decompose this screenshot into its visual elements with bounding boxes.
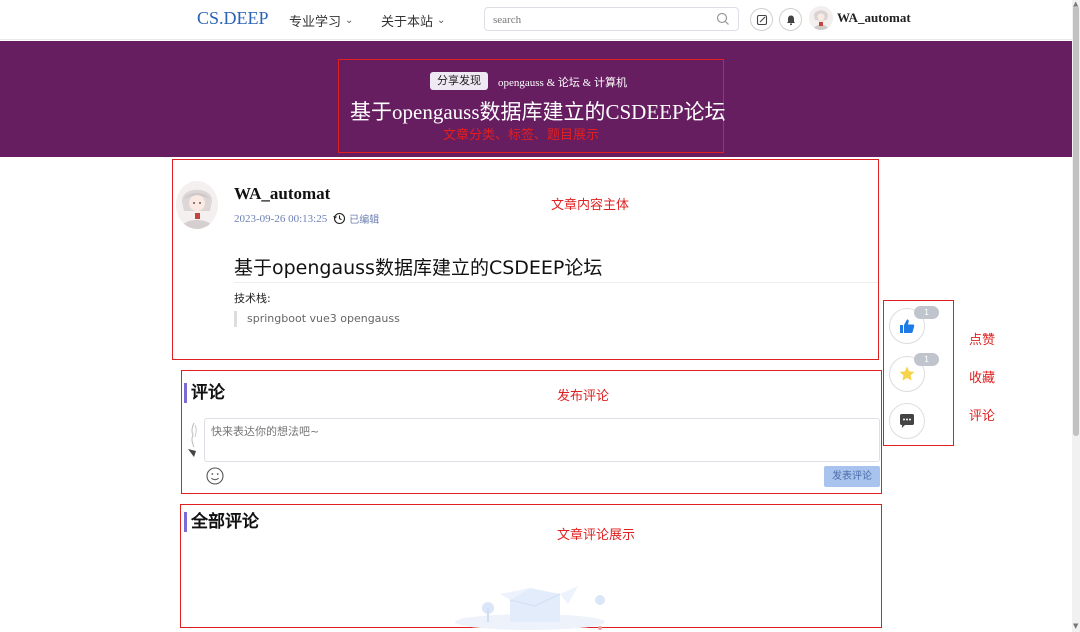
chat-bubble-icon [900, 414, 914, 428]
comment-input[interactable] [204, 418, 880, 462]
edited-label: 已编辑 [349, 215, 380, 226]
chevron-down-icon: ⌄ [437, 15, 446, 26]
banner-title: 基于opengauss数据库建立的CSDEEP论坛 [350, 100, 726, 124]
star-icon [899, 366, 915, 381]
annotation-comment: 评论 [969, 409, 996, 424]
scrollbar-thumb[interactable] [1073, 6, 1079, 436]
like-count-badge: 1 [914, 306, 940, 319]
comment-section-title: 评论 [184, 383, 225, 403]
annotation-article: 文章内容主体 [551, 198, 630, 213]
emoji-icon[interactable] [205, 466, 225, 486]
menu-professional-learning[interactable]: 专业学习 ⌄ [289, 11, 353, 30]
submit-comment-button[interactable]: 发表评论 [824, 466, 880, 487]
search-input[interactable] [485, 9, 705, 31]
comment-button[interactable] [889, 403, 925, 439]
article-tags: opengauss & 论坛 & 计算机 [498, 77, 627, 89]
search-icon[interactable] [716, 12, 730, 26]
edited-indicator: 已编辑 [333, 211, 379, 226]
empty-state-illustration [455, 586, 605, 630]
author-avatar[interactable] [176, 181, 218, 229]
history-icon [333, 212, 346, 225]
article-meta: 2023-09-26 00:13:25 已编辑 [234, 211, 379, 227]
user-name[interactable]: WA_automat [837, 10, 911, 26]
menu-about-site[interactable]: 关于本站 ⌄ [381, 11, 445, 30]
site-logo[interactable]: CS.DEEP [197, 8, 269, 29]
article-title: 基于opengauss数据库建立的CSDEEP论坛 [234, 253, 878, 283]
bell-icon [786, 15, 795, 25]
notifications-button[interactable] [779, 8, 802, 31]
annotation-comment-form: 发布评论 [557, 389, 610, 404]
edit-icon [756, 14, 767, 25]
search-box [484, 7, 739, 31]
tech-stack-label: 技术栈: [234, 292, 271, 305]
annotation-favorite: 收藏 [969, 371, 996, 386]
favorite-count-badge: 1 [914, 353, 940, 366]
tech-stack-quote: springboot vue3 opengauss [234, 311, 400, 327]
commenter-avatar [186, 421, 202, 459]
menu-label: 关于本站 [381, 15, 434, 30]
write-article-button[interactable] [750, 8, 773, 31]
chevron-down-icon: ⌄ [345, 15, 354, 26]
annotation-banner: 文章分类、标签、题目展示 [443, 128, 600, 143]
annotation-all-comments: 文章评论展示 [557, 528, 636, 543]
annotation-like: 点赞 [969, 333, 996, 348]
scroll-down-arrow-icon[interactable]: ▼ [1073, 622, 1078, 630]
thumbs-up-icon [900, 319, 915, 333]
all-comments-title: 全部评论 [184, 512, 259, 532]
user-avatar[interactable] [809, 6, 833, 30]
vertical-scrollbar[interactable]: ▲ ▼ [1072, 0, 1080, 632]
publish-datetime: 2023-09-26 00:13:25 [234, 212, 328, 225]
menu-label: 专业学习 [289, 15, 342, 30]
top-navbar: CS.DEEP 专业学习 ⌄ 关于本站 ⌄ search WA_automat [0, 0, 1072, 40]
author-name[interactable]: WA_automat [234, 184, 330, 204]
category-tag[interactable]: 分享发现 [430, 72, 488, 90]
